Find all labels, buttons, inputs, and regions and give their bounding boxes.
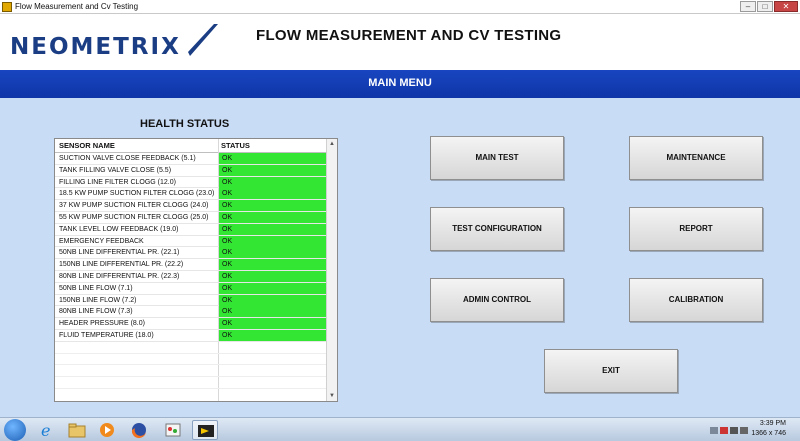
status-badge: OK <box>219 153 327 164</box>
status-badge: OK <box>219 294 327 306</box>
status-badge: OK <box>219 329 327 341</box>
status-badge: OK <box>219 200 327 212</box>
svg-text:e: e <box>41 421 50 440</box>
table-row: 150NB LINE DIFFERENTIAL PR. (22.2) OK <box>55 259 327 271</box>
table-row: 50NB LINE FLOW (7.1) OK <box>55 282 327 295</box>
app-icon <box>2 2 12 12</box>
admin-control-button[interactable]: ADMIN CONTROL <box>430 278 564 322</box>
status-badge: OK <box>219 188 327 200</box>
network-icon[interactable] <box>730 427 738 434</box>
sensor-name: 150NB LINE FLOW (7.2) <box>59 296 137 304</box>
table-row: EMERGENCY FEEDBACK OK <box>55 235 327 248</box>
sensor-name: HEADER PRESSURE (8.0) <box>59 320 145 328</box>
sensor-name: 150NB LINE DIFFERENTIAL PR. (22.2) <box>59 261 184 269</box>
company-logo: NEOMETRIX <box>10 34 181 60</box>
sensor-name: SUCTION VALVE CLOSE FEEDBACK (5.1) <box>59 155 196 162</box>
sensor-name: 80NB LINE DIFFERENTIAL PR. (22.3) <box>59 272 180 280</box>
sensor-name: FLUID TEMPERATURE (18.0) <box>59 331 154 339</box>
status-badge: OK <box>219 247 327 259</box>
report-button[interactable]: REPORT <box>629 207 763 251</box>
table-row: TANK FILLING VALVE CLOSE (5.5) OK <box>55 164 327 177</box>
status-badge: OK <box>219 306 327 318</box>
column-header-sensor-name: SENSOR NAME <box>59 141 115 150</box>
exit-button[interactable]: EXIT <box>544 349 678 393</box>
table-row: 80NB LINE DIFFERENTIAL PR. (22.3) OK <box>55 270 327 283</box>
table-row: 55 KW PUMP SUCTION FILTER CLOGG (25.0) OK <box>55 211 327 224</box>
minimize-icon[interactable]: – <box>740 1 756 12</box>
paint-icon[interactable] <box>160 420 186 440</box>
logo-swoosh-icon <box>188 24 218 56</box>
empty-row <box>55 377 327 389</box>
table-row: FILLING LINE FILTER CLOGG (12.0) OK <box>55 176 327 189</box>
empty-row <box>55 342 327 354</box>
explorer-icon[interactable] <box>64 420 90 440</box>
table-row: 50NB LINE DIFFERENTIAL PR. (22.1) OK <box>55 247 327 260</box>
app-header: NEOMETRIX FLOW MEASUREMENT AND CV TESTIN… <box>0 14 800 70</box>
start-icon[interactable] <box>4 419 26 441</box>
flag-icon[interactable] <box>720 427 728 434</box>
status-badge: OK <box>219 318 327 330</box>
empty-row <box>55 354 327 366</box>
health-status-title: HEALTH STATUS <box>140 118 230 130</box>
media-player-icon[interactable] <box>94 420 120 440</box>
sensor-name: 80NB LINE FLOW (7.3) <box>59 308 133 316</box>
labview-icon[interactable] <box>192 420 218 440</box>
main-test-button[interactable]: MAIN TEST <box>430 136 564 180</box>
sensor-name: 18.5 KW PUMP SUCTION FILTER CLOGG (23.0) <box>59 190 215 198</box>
table-row: HEADER PRESSURE (8.0) OK <box>55 318 327 330</box>
sensor-name: 50NB LINE FLOW (7.1) <box>59 284 133 292</box>
table-row: FLUID TEMPERATURE (18.0) OK <box>55 329 327 342</box>
ie-icon[interactable]: e <box>34 420 60 440</box>
column-header-status: STATUS <box>221 141 250 150</box>
close-icon[interactable]: ✕ <box>774 1 798 12</box>
empty-row <box>55 365 327 378</box>
sensor-name: 37 KW PUMP SUCTION FILTER CLOGG (24.0) <box>59 202 209 210</box>
status-badge: OK <box>219 176 327 188</box>
window-controls: – □ ✕ <box>740 1 798 12</box>
table-row: SUCTION VALVE CLOSE FEEDBACK (5.1) OK <box>55 153 327 165</box>
status-badge: OK <box>219 235 327 247</box>
table-row: 150NB LINE FLOW (7.2) OK <box>55 294 327 307</box>
action-center-icon[interactable] <box>710 427 718 434</box>
maximize-icon[interactable]: □ <box>757 1 773 12</box>
clock-time[interactable]: 3:39 PM <box>760 420 786 427</box>
window-titlebar: Flow Measurement and Cv Testing – □ ✕ <box>0 0 800 14</box>
main-menu-title: MAIN MENU <box>368 77 432 89</box>
volume-icon[interactable] <box>740 427 748 434</box>
app-title: FLOW MEASUREMENT AND CV TESTING <box>256 27 562 44</box>
test-configuration-button[interactable]: TEST CONFIGURATION <box>430 207 564 251</box>
sensor-name: EMERGENCY FEEDBACK <box>59 237 144 245</box>
maintenance-button[interactable]: MAINTENANCE <box>629 136 763 180</box>
health-status-table: SENSOR NAME STATUS SUCTION VALVE CLOSE F… <box>54 138 338 402</box>
table-row: 80NB LINE FLOW (7.3) OK <box>55 306 327 319</box>
sensor-name: TANK FILLING VALVE CLOSE (5.5) <box>59 166 172 174</box>
sensor-rows: SUCTION VALVE CLOSE FEEDBACK (5.1) OK TANK… <box>55 153 327 389</box>
sensor-name: 50NB LINE DIFFERENTIAL PR. (22.1) <box>59 249 180 257</box>
sensor-name: FILLING LINE FILTER CLOGG (12.0) <box>59 178 176 186</box>
scroll-down-icon[interactable]: ▼ <box>327 391 337 401</box>
status-badge: OK <box>219 211 327 223</box>
main-menu-bar: MAIN MENU <box>0 70 800 98</box>
table-row: 18.5 KW PUMP SUCTION FILTER CLOGG (23.0)… <box>55 188 327 201</box>
table-row: TANK LEVEL LOW FEEDBACK (19.0) OK <box>55 223 327 236</box>
table-scrollbar[interactable]: ▲ ▼ <box>326 139 337 401</box>
calibration-button[interactable]: CALIBRATION <box>629 278 763 322</box>
table-row: 37 KW PUMP SUCTION FILTER CLOGG (24.0) OK <box>55 200 327 212</box>
status-badge: OK <box>219 259 327 271</box>
firefox-icon[interactable] <box>126 420 152 440</box>
status-badge: OK <box>219 282 327 294</box>
status-badge: OK <box>219 270 327 282</box>
scroll-up-icon[interactable]: ▲ <box>327 139 337 149</box>
sensor-name: TANK LEVEL LOW FEEDBACK (19.0) <box>59 225 179 233</box>
status-badge: OK <box>219 223 327 235</box>
status-badge: OK <box>219 164 327 176</box>
sensor-name: 55 KW PUMP SUCTION FILTER CLOGG (25.0) <box>59 213 209 221</box>
taskbar: e 3:39 PM 1366 x 746 <box>0 417 800 441</box>
system-tray: 3:39 PM 1366 x 746 <box>686 419 796 441</box>
window-title: Flow Measurement and Cv Testing <box>15 2 139 11</box>
screen-resolution: 1366 x 746 <box>751 430 786 437</box>
